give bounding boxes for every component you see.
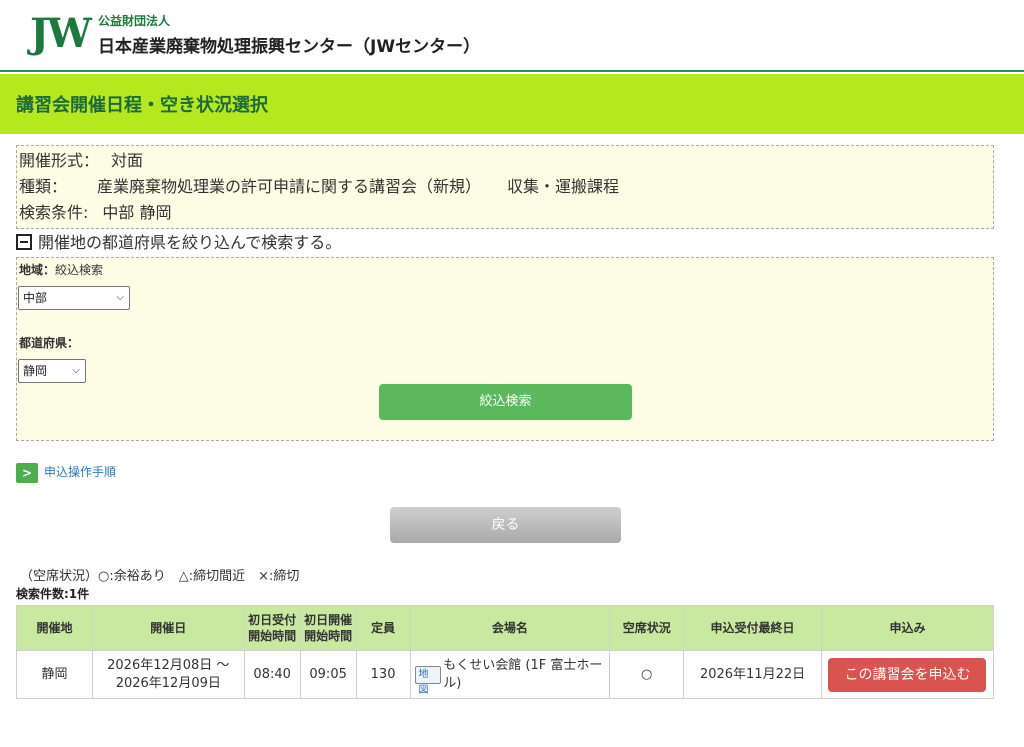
format-line: 開催形式： 対面 — [19, 148, 991, 174]
chevron-down-icon: ⌵ — [116, 292, 124, 303]
format-value: 対面 — [111, 151, 144, 170]
filter-toggle[interactable]: 開催地の都道府県を絞り込んで検索する。 — [16, 232, 341, 254]
cell-start: 09:05 — [299, 650, 357, 699]
filter-search-button[interactable]: 絞込検索 — [379, 384, 632, 420]
cell-venue: 地図 もくせい会館 (1F 富士ホール) — [409, 650, 611, 699]
cell-vacancy: ○ — [609, 650, 685, 699]
type-value: 産業廃棄物処理業の許可申請に関する講習会（新規） — [97, 177, 482, 196]
cell-capacity: 130 — [355, 650, 411, 699]
header-reception: 初日受付開始時間 — [243, 605, 301, 651]
venue-name: もくせい会館 (1F 富士ホール) — [443, 657, 603, 691]
page-title: 講習会開催日程・空き状況選択 — [16, 95, 268, 116]
cell-apply: この講習会を申込む — [820, 650, 995, 699]
collapse-icon[interactable] — [16, 234, 32, 250]
prefecture-select[interactable]: 静岡 ⌵ — [18, 359, 86, 383]
result-count: 検索件数:1件 — [16, 587, 90, 601]
howto-link[interactable]: > 申込操作手順 — [16, 461, 116, 483]
type-line: 種類： 産業廃棄物処理業の許可申請に関する講習会（新規） 収集・運搬課程 — [19, 174, 991, 200]
back-button[interactable]: 戻る — [390, 507, 621, 543]
cell-deadline: 2026年11月22日 — [683, 650, 822, 699]
region-select-value: 中部 — [23, 291, 48, 305]
header-apply: 申込み — [820, 605, 995, 651]
cell-reception: 08:40 — [243, 650, 301, 699]
apply-button[interactable]: この講習会を申込む — [828, 657, 987, 692]
results-table: 開催地 開催日 初日受付開始時間 初日開催開始時間 定員 会場名 空席状況 申込… — [16, 605, 995, 699]
org-name: 日本産業廃棄物処理振興センター（JWセンター） — [98, 37, 481, 57]
header-date: 開催日 — [91, 605, 245, 651]
header-vacancy: 空席状況 — [609, 605, 685, 651]
header-place: 開催地 — [16, 605, 93, 651]
region-label: 地域： — [19, 263, 56, 277]
org-type: 公益財団法人 — [98, 14, 171, 28]
venue-wrap: 地図 もくせい会館 (1F 富士ホール) — [414, 657, 610, 696]
type-label: 種類： — [19, 177, 68, 196]
vacancy-legend: （空席状況）○:余裕あり △:締切間近 ×:締切 — [20, 569, 300, 584]
filter-toggle-label: 開催地の都道府県を絞り込んで検索する。 — [38, 233, 342, 252]
chevron-down-icon: ⌵ — [72, 365, 80, 376]
region-label-row: 地域：絞込検索 — [19, 261, 103, 278]
prefecture-select-value: 静岡 — [23, 364, 48, 378]
header-capacity: 定員 — [355, 605, 411, 651]
condition-line: 検索条件: 中部 静岡 — [19, 200, 991, 226]
arrow-right-icon: > — [16, 462, 38, 483]
pref-label: 都道府県： — [19, 336, 80, 350]
condition-value: 中部 静岡 — [102, 203, 172, 222]
region-select[interactable]: 中部 ⌵ — [18, 286, 130, 310]
format-label: 開催形式： — [19, 151, 100, 170]
region-hint: 絞込検索 — [55, 263, 104, 277]
header-deadline: 申込受付最終日 — [683, 605, 822, 651]
condition-label: 検索条件: — [19, 203, 89, 222]
header-start: 初日開催開始時間 — [299, 605, 357, 651]
cell-date: 2026年12月08日 ～ 2026年12月09日 — [91, 650, 245, 699]
map-button[interactable]: 地図 — [414, 665, 442, 696]
filter-panel: 地域：絞込検索 中部 ⌵ 都道府県： 静岡 ⌵ 絞込検索 — [16, 257, 994, 441]
howto-link-label: 申込操作手順 — [44, 465, 117, 479]
table-row: 静岡 2026年12月08日 ～ 2026年12月09日 08:40 09:05… — [16, 650, 995, 699]
cell-place: 静岡 — [16, 650, 93, 699]
title-bar: 講習会開催日程・空き状況選択 — [0, 74, 1024, 134]
search-info-box: 開催形式： 対面 種類： 産業廃棄物処理業の許可申請に関する講習会（新規） 収集・運搬… — [16, 145, 994, 229]
site-header: JW 公益財団法人 日本産業廃棄物処理振興センター（JWセンター） — [0, 0, 1024, 72]
jw-logo[interactable]: JW — [30, 12, 92, 56]
type-course: 収集・運搬課程 — [507, 177, 620, 196]
pref-label-row: 都道府県： — [19, 334, 79, 351]
table-header-row: 開催地 開催日 初日受付開始時間 初日開催開始時間 定員 会場名 空席状況 申込… — [16, 605, 995, 651]
header-venue: 会場名 — [409, 605, 611, 651]
